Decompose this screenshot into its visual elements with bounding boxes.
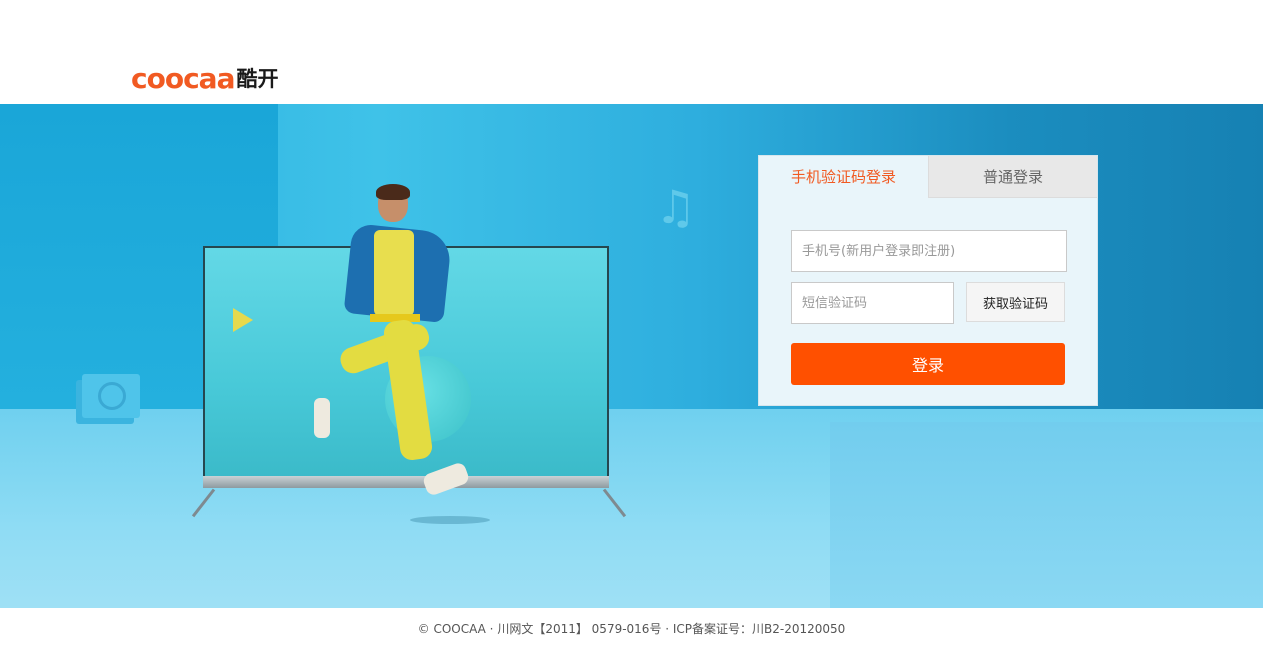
login-panel: 手机验证码登录 普通登录 获取验证码 登录 xyxy=(758,155,1098,406)
runner-shoe-front xyxy=(421,461,471,497)
tab-sms-login[interactable]: 手机验证码登录 xyxy=(759,156,928,198)
speaker-cone xyxy=(98,382,126,410)
speaker-illustration xyxy=(82,374,140,418)
site-header: coocaa 酷开 xyxy=(0,0,1263,104)
logo-latin-text: coocaa xyxy=(131,62,235,95)
phone-input[interactable] xyxy=(791,230,1067,272)
get-code-button[interactable]: 获取验证码 xyxy=(966,282,1065,322)
runner-illustration xyxy=(300,184,490,524)
logo-chinese-text: 酷开 xyxy=(236,67,279,91)
music-note-icon: ♫ xyxy=(655,180,697,234)
runner-shirt xyxy=(374,230,414,316)
tab-password-login[interactable]: 普通登录 xyxy=(928,156,1097,198)
footer: © COOCAA · 川网文【2011】 0579-016号 · ICP备案证号… xyxy=(0,608,1263,648)
play-icon xyxy=(233,308,253,332)
runner-hair xyxy=(376,184,410,200)
footer-copyright: © COOCAA · 川网文【2011】 0579-016号 · ICP备案证号… xyxy=(417,622,846,636)
login-tabs: 手机验证码登录 普通登录 xyxy=(759,156,1097,198)
coocaa-logo[interactable]: coocaa 酷开 xyxy=(131,64,278,94)
runner-shadow xyxy=(410,516,490,524)
sms-code-input[interactable] xyxy=(791,282,954,324)
banner-floor-right xyxy=(830,422,1263,608)
runner-shoe-back xyxy=(314,398,330,438)
login-button[interactable]: 登录 xyxy=(791,343,1065,385)
